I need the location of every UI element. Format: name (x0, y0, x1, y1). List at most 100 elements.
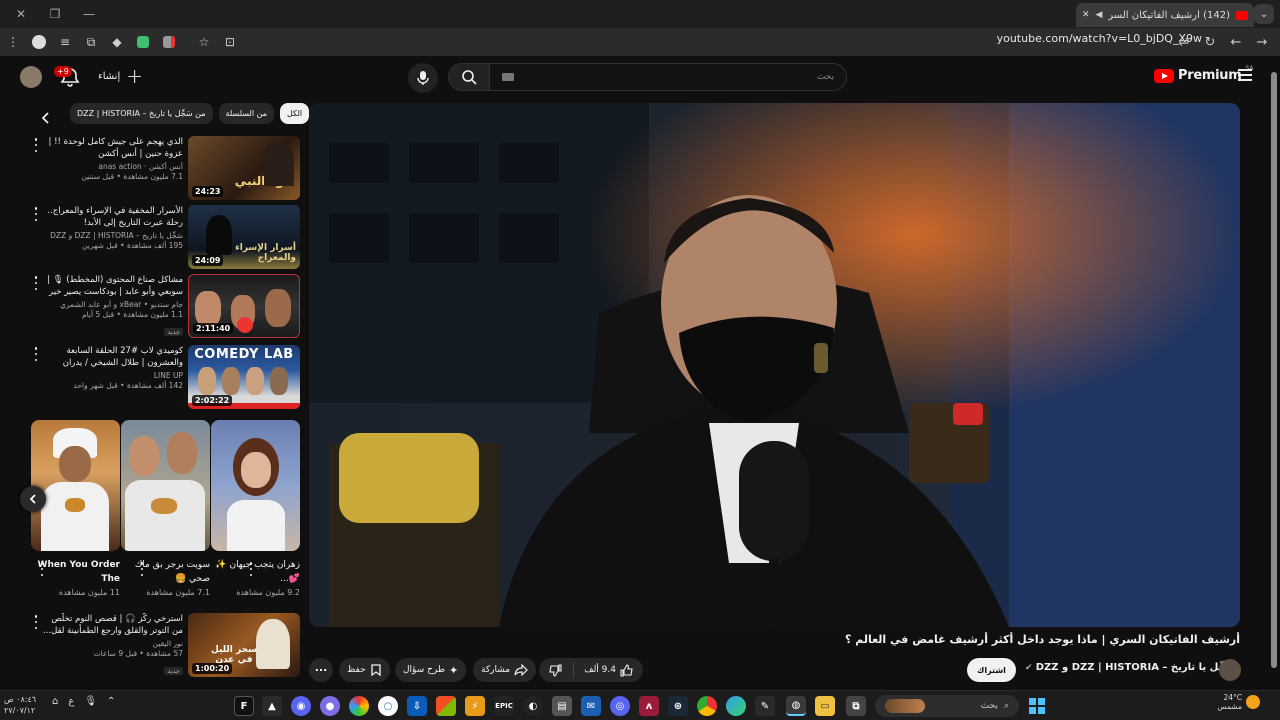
close-tab-icon[interactable]: ✕ (1082, 10, 1090, 20)
channel-name-main[interactable]: سَجِّل يا تاريخ – DZZ | HISTORIA و DZZ ✔ (1025, 662, 1236, 673)
more-actions-kebab-icon[interactable] (38, 562, 46, 576)
more-actions-button[interactable]: ... (309, 658, 333, 682)
video-thumbnail[interactable]: COMEDY LAB 2:02:22 (188, 345, 300, 409)
page-scrollbar[interactable] (1268, 60, 1280, 690)
chip-from-channel[interactable]: من سَجِّل يا تاريخ – DZZ | HISTORIA (70, 103, 213, 124)
video-player[interactable] (309, 103, 1240, 627)
create-button[interactable]: إنشاء + (98, 66, 143, 86)
shorts-previous-chevron-icon[interactable] (20, 486, 46, 512)
dislike-button[interactable] (549, 663, 562, 677)
forward-arrow-icon[interactable]: → (1250, 30, 1274, 54)
subscribe-button[interactable]: اشتراك (967, 658, 1016, 682)
video-thumbnail[interactable]: قوة النبي 24:23 (188, 136, 300, 200)
more-actions-kebab-icon[interactable] (32, 615, 40, 629)
chrome-icon[interactable] (697, 696, 717, 716)
search-input[interactable]: بحث (489, 63, 847, 91)
more-actions-kebab-icon[interactable] (32, 276, 40, 290)
tab-menu-chevron-icon[interactable]: ⌄ (1254, 4, 1274, 24)
mute-tab-icon[interactable]: ◀ (1096, 10, 1103, 20)
list-item[interactable]: COMEDY LAB 2:02:22 كوميدي لاب #27 الحلقة… (30, 345, 300, 411)
weather-widget[interactable]: 24°C مشمس (1217, 693, 1260, 711)
ask-button[interactable]: ✦ طرح سؤال (395, 658, 467, 682)
browser-tab-active[interactable]: (142) أرشيف الفاتيكان السري ◀ ✕ (1076, 3, 1254, 27)
taskbar-search-input[interactable]: ⌕ بحث (875, 695, 1019, 717)
microsoft-store-icon[interactable] (436, 696, 456, 716)
app-grey-icon[interactable]: ▤ (552, 696, 572, 716)
app-red-icon[interactable]: ᴧ (639, 696, 659, 716)
like-button[interactable]: 9.4 ألف (584, 663, 633, 677)
list-item[interactable]: أسرار الإسراء والمعراج 24:09 الأسرار الم… (30, 205, 300, 271)
discord-icon[interactable]: ◉ (291, 696, 311, 716)
app-active-icon[interactable]: ◍ (786, 696, 806, 716)
video-thumbnail[interactable]: أسرار الإسراء والمعراج 24:09 (188, 205, 300, 269)
windows-start-icon[interactable] (1029, 698, 1045, 714)
short-thumbnail[interactable] (211, 420, 300, 551)
network-icon[interactable]: ⌂ (52, 696, 58, 707)
steam-icon[interactable]: ⊛ (668, 696, 688, 716)
list-item[interactable]: 2:11:40 مشاكل صناع المحتوى (المخطط) 🎙 | … (30, 274, 300, 340)
reading-list-icon[interactable]: ≡ (53, 30, 77, 54)
reload-icon[interactable]: ↻ (1198, 30, 1222, 54)
back-arrow-icon[interactable]: ← (1224, 30, 1248, 54)
account-avatar[interactable] (20, 66, 42, 88)
epic-games-icon[interactable]: EPIC (494, 696, 514, 716)
app-gameboost-icon[interactable]: ▲ (262, 696, 282, 716)
maximize-window-icon[interactable]: ❐ (38, 0, 72, 28)
list-item[interactable]: سحر الليل في عدن 1:00:20 استرخي ركّز 🎧 |… (30, 613, 300, 679)
app-colorwheel-icon[interactable] (349, 696, 369, 716)
tray-overflow-chevron-icon[interactable]: ⌃ (107, 696, 115, 707)
short-thumbnail[interactable] (121, 420, 210, 551)
app-blue-circle-icon[interactable]: ○ (378, 696, 398, 716)
video-title[interactable]: الذي يهجم على جيش كامل لوحدة !! | عزوة ح… (38, 136, 184, 160)
app-purple-icon[interactable]: ● (320, 696, 340, 716)
extension-red-badge-icon[interactable] (157, 30, 181, 54)
app-mail-icon[interactable]: ✉ (581, 696, 601, 716)
channel-name[interactable]: جام ستديو • xBear و أبو عابد الشمري (38, 300, 183, 309)
channel-avatar[interactable] (1219, 659, 1241, 681)
file-explorer-icon[interactable]: ▭ (815, 696, 835, 716)
clock[interactable]: ٠٨:٤٦ ص ٢٧/٠٧/١٢ (4, 694, 36, 716)
menu-kebab-icon[interactable]: ⋮ (1, 30, 25, 54)
more-actions-kebab-icon[interactable] (247, 562, 255, 576)
more-actions-kebab-icon[interactable] (138, 562, 146, 576)
more-actions-kebab-icon[interactable] (32, 138, 40, 152)
video-title[interactable]: استرخي ركّز 🎧 | قصص النوم تخلّص من التوت… (38, 613, 183, 637)
chips-back-chevron-icon[interactable] (38, 110, 54, 126)
chip-from-series[interactable]: من السلسلة (218, 103, 274, 124)
edge-icon[interactable] (726, 696, 746, 716)
more-actions-kebab-icon[interactable] (32, 347, 40, 361)
chip-all[interactable]: الكل (279, 103, 310, 124)
extension-green-icon[interactable] (131, 30, 155, 54)
video-thumbnail[interactable]: سحر الليل في عدن 1:00:20 (188, 613, 300, 677)
site-settings-icon[interactable]: ⇌ (1172, 30, 1196, 54)
share-button[interactable]: مشاركة (473, 658, 537, 682)
more-actions-kebab-icon[interactable] (32, 207, 40, 221)
video-title[interactable]: كوميدي لاب #27 الحلقة السابعة والعشرون |… (38, 345, 183, 369)
close-window-icon[interactable]: ✕ (4, 0, 38, 28)
list-item[interactable]: قوة النبي 24:23 الذي يهجم على جيش كامل ل… (30, 136, 300, 202)
extensions-puzzle-icon[interactable]: ⧉ (79, 30, 103, 54)
screenshot-icon[interactable]: ⊡ (218, 30, 242, 54)
voice-search-mic-icon[interactable] (408, 63, 438, 93)
app-download-icon[interactable]: ⇩ (407, 696, 427, 716)
language-indicator[interactable]: ع (68, 696, 74, 707)
extension-diamond-icon[interactable]: ◆ (105, 30, 129, 54)
video-thumbnail[interactable]: 2:11:40 (188, 274, 300, 338)
bookmark-star-icon[interactable]: ☆ (192, 30, 216, 54)
search-button[interactable] (448, 63, 490, 91)
minimize-window-icon[interactable]: — (72, 0, 106, 28)
microphone-tray-icon[interactable]: 🎙 (84, 696, 97, 707)
guide-menu-icon[interactable] (1238, 69, 1252, 81)
task-view-icon[interactable]: ⧉ (846, 696, 866, 716)
video-title[interactable]: مشاكل صناع المحتوى (المخطط) 🎙 | سوبعي وأ… (38, 274, 183, 298)
save-button[interactable]: حفظ (339, 658, 390, 682)
short-title[interactable]: زهران يتجب جيهان ✨💕... (211, 558, 300, 586)
app-lightning-icon[interactable]: ⚡ (465, 696, 485, 716)
short-title[interactable]: سويت برجر بق ماك صحي 🍔 (121, 558, 210, 586)
keyboard-icon[interactable] (502, 73, 514, 81)
channel-name[interactable]: LINE UP (38, 371, 183, 380)
discord-2-icon[interactable]: ◎ (610, 696, 630, 716)
channel-name[interactable]: سَجِّل يا تاريخ – DZZ | HISTORIA و DZZ (38, 231, 183, 240)
short-thumbnail[interactable] (31, 420, 120, 551)
video-title[interactable]: الأسرار المخفية في الإسراء والمعراج.. رح… (38, 205, 183, 229)
